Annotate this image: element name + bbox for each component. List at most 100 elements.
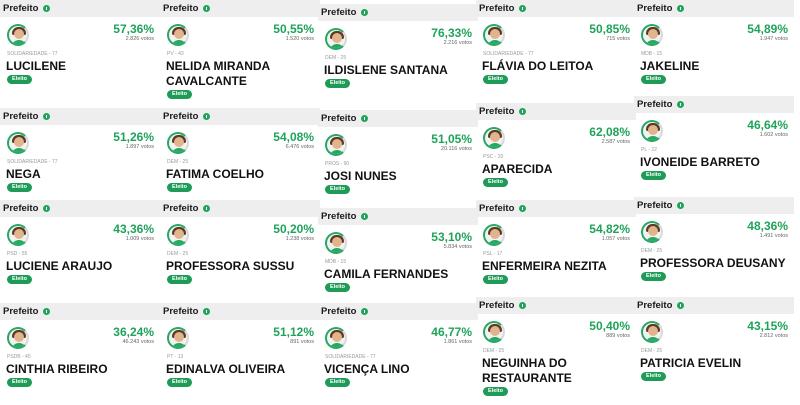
photo-shirt (171, 148, 187, 152)
candidate-name: IVONEIDE BARRETO (640, 155, 760, 169)
candidate-card[interactable]: Prefeito DEM - 25 48,36% 1.491 votos PRO… (634, 197, 794, 293)
candidate-photo (167, 224, 189, 246)
vote-percentage: 43,15% (747, 319, 788, 333)
info-icon[interactable] (677, 101, 685, 108)
candidate-name: PROFESSORA SUSSU (166, 259, 295, 273)
info-icon[interactable] (203, 205, 211, 212)
info-icon[interactable] (203, 113, 211, 120)
card-body: PT - 13 51,12% 891 votos EDINALVA OLIVEI… (163, 321, 317, 403)
vote-count: 46.243 votos (122, 339, 155, 345)
candidate-photo (483, 127, 505, 149)
vote-percentage: 54,82% (589, 222, 630, 236)
candidate-card[interactable]: Prefeito PSC - 20 62,08% 2.587 votos APA… (476, 103, 636, 197)
candidate-name: CAMILA FERNANDES (324, 267, 449, 281)
candidate-card[interactable]: Prefeito PSL - 17 54,82% 1.057 votos ENF… (476, 200, 636, 297)
party-label: MDB - 15 (325, 259, 347, 265)
elected-badge: Eleito (167, 90, 192, 99)
party-label: PROS - 90 (325, 161, 350, 167)
card-header: Prefeito (634, 297, 794, 314)
candidate-card[interactable]: Prefeito SOLIDARIEDADE - 77 50,85% 715 v… (476, 0, 636, 97)
candidate-photo (641, 24, 663, 46)
candidate-card[interactable]: Prefeito SOLIDARIEDADE - 77 57,36% 2.826… (0, 0, 160, 97)
photo-shirt (171, 240, 187, 244)
info-icon[interactable] (519, 302, 527, 309)
card-body: DEM - 25 50,40% 889 votos NEGUINHA DO RE… (479, 315, 633, 405)
info-icon[interactable] (361, 213, 369, 220)
photo-shirt (645, 237, 661, 241)
candidate-card[interactable]: Prefeito DEM - 25 50,40% 889 votos NEGUI… (476, 297, 636, 405)
card-body: SOLIDARIEDADE - 77 50,85% 715 votos FLÁV… (479, 18, 633, 97)
vote-count: 1.057 votos (601, 236, 630, 242)
info-icon[interactable] (43, 205, 51, 212)
info-icon[interactable] (519, 5, 527, 12)
candidate-card[interactable]: Prefeito SOLIDARIEDADE - 77 51,26% 1.897… (0, 108, 160, 200)
candidate-photo (483, 24, 505, 46)
candidate-card[interactable]: Prefeito DEM - 25 43,15% 2.812 votos PAT… (634, 297, 794, 405)
card-header: Prefeito (476, 103, 636, 120)
info-icon[interactable] (519, 205, 527, 212)
info-icon[interactable] (677, 5, 685, 12)
party-label: DEM - 25 (483, 348, 505, 354)
vote-count: 6.476 votos (285, 144, 314, 150)
candidate-card[interactable]: Prefeito MDB - 15 54,89% 1.947 votos JAK… (634, 0, 794, 96)
candidate-card[interactable]: Prefeito PROS - 90 51,05% 20.116 votos J… (318, 110, 478, 208)
elected-badge: Eleito (7, 75, 32, 84)
role-label: Prefeito (637, 3, 673, 14)
photo-shirt (487, 40, 503, 44)
photo-face (332, 332, 342, 342)
vote-count: 1.897 votos (125, 144, 154, 150)
info-icon[interactable] (519, 108, 527, 115)
info-icon[interactable] (361, 115, 369, 122)
info-icon[interactable] (677, 202, 685, 209)
vote-count: 715 votos (606, 36, 630, 42)
info-icon[interactable] (203, 308, 211, 315)
card-header: Prefeito (318, 208, 478, 225)
candidate-name: ENFERMEIRA NEZITA (482, 259, 607, 273)
candidate-card[interactable]: Prefeito MDB - 15 53,10% 5.834 votos CAM… (318, 208, 478, 297)
info-icon[interactable] (43, 308, 51, 315)
card-body: PROS - 90 51,05% 20.116 votos JOSI NUNES… (321, 128, 475, 208)
card-header: Prefeito (318, 110, 478, 127)
card-body: SOLIDARIEDADE - 77 51,26% 1.897 votos NE… (3, 126, 157, 200)
elected-badge: Eleito (483, 387, 508, 396)
card-header: Prefeito (476, 0, 636, 17)
photo-shirt (487, 143, 503, 147)
role-label: Prefeito (163, 203, 199, 214)
candidate-name: EDINALVA OLIVEIRA (166, 362, 286, 376)
photo-face (14, 229, 24, 239)
party-label: PT - 13 (167, 354, 184, 360)
info-icon[interactable] (677, 302, 685, 309)
vote-percentage: 36,24% (113, 325, 154, 339)
photo-shirt (329, 150, 345, 154)
candidate-name: NEGA (6, 167, 41, 181)
photo-face (14, 29, 24, 39)
candidate-card[interactable]: Prefeito DEM - 25 54,08% 6.476 votos FAT… (160, 108, 320, 196)
candidate-name: NELIDA MIRANDA CAVALCANTE (166, 59, 270, 88)
candidate-card[interactable]: Prefeito DEM - 25 50,20% 1.238 votos PRO… (160, 200, 320, 303)
candidate-card[interactable]: Prefeito DEM - 25 76,33% 2.216 votos ILD… (318, 4, 478, 108)
elected-badge: Eleito (7, 378, 32, 387)
candidate-card[interactable]: Prefeito PL - 22 46,64% 1.602 votos IVON… (634, 96, 794, 197)
photo-shirt (645, 337, 661, 341)
candidate-card[interactable]: Prefeito SOLIDARIEDADE - 77 46,77% 1.861… (318, 303, 478, 405)
vote-percentage: 46,64% (747, 118, 788, 132)
photo-shirt (329, 44, 345, 48)
info-icon[interactable] (361, 308, 369, 315)
candidate-card[interactable]: Prefeito PSDB - 45 36,24% 46.243 votos C… (0, 303, 160, 405)
card-header: Prefeito (0, 0, 160, 17)
candidate-card[interactable]: Prefeito PSD - 55 43,36% 1.009 votos LUC… (0, 200, 160, 303)
photo-face (332, 237, 342, 247)
info-icon[interactable] (361, 9, 369, 16)
role-label: Prefeito (163, 306, 199, 317)
role-label: Prefeito (479, 3, 515, 14)
candidate-name: PATRICIA EVELIN (640, 356, 742, 370)
candidate-card[interactable]: Prefeito PV - 43 50,55% 1.520 votos NELI… (160, 0, 320, 110)
info-icon[interactable] (43, 5, 51, 12)
party-label: PSD - 55 (7, 251, 28, 257)
candidate-photo (641, 120, 663, 142)
candidate-card[interactable]: Prefeito PT - 13 51,12% 891 votos EDINAL… (160, 303, 320, 403)
info-icon[interactable] (203, 5, 211, 12)
elected-badge: Eleito (483, 75, 508, 84)
info-icon[interactable] (43, 113, 51, 120)
card-body: PL - 22 46,64% 1.602 votos IVONEIDE BARR… (637, 114, 791, 197)
